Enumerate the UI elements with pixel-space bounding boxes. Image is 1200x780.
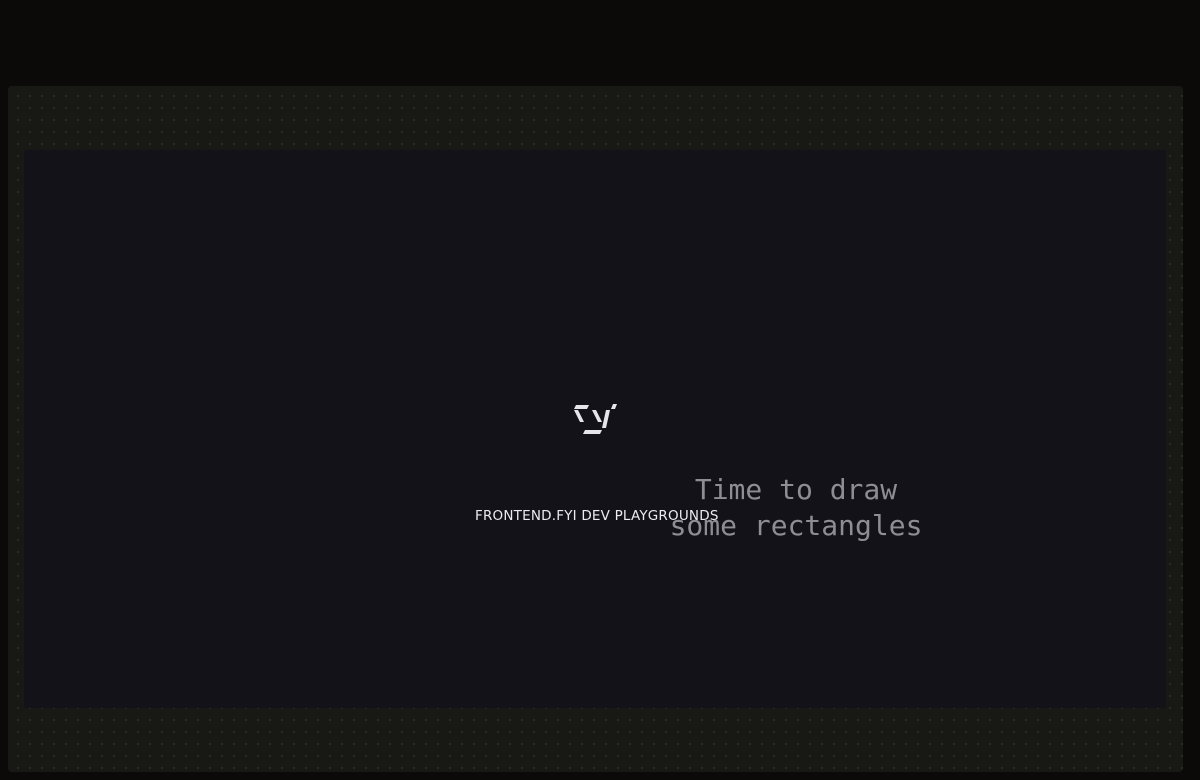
headline: Time to draw some rectangles xyxy=(636,472,956,544)
headline-line-2: some rectangles xyxy=(669,509,923,542)
dotted-frame: FRONTEND.FYI DEV PLAYGROUNDS Time to dra… xyxy=(8,86,1183,772)
playground-canvas: FRONTEND.FYI DEV PLAYGROUNDS Time to dra… xyxy=(24,150,1166,708)
headline-line-1: Time to draw xyxy=(694,473,898,506)
fyi-logo-icon xyxy=(574,404,617,434)
